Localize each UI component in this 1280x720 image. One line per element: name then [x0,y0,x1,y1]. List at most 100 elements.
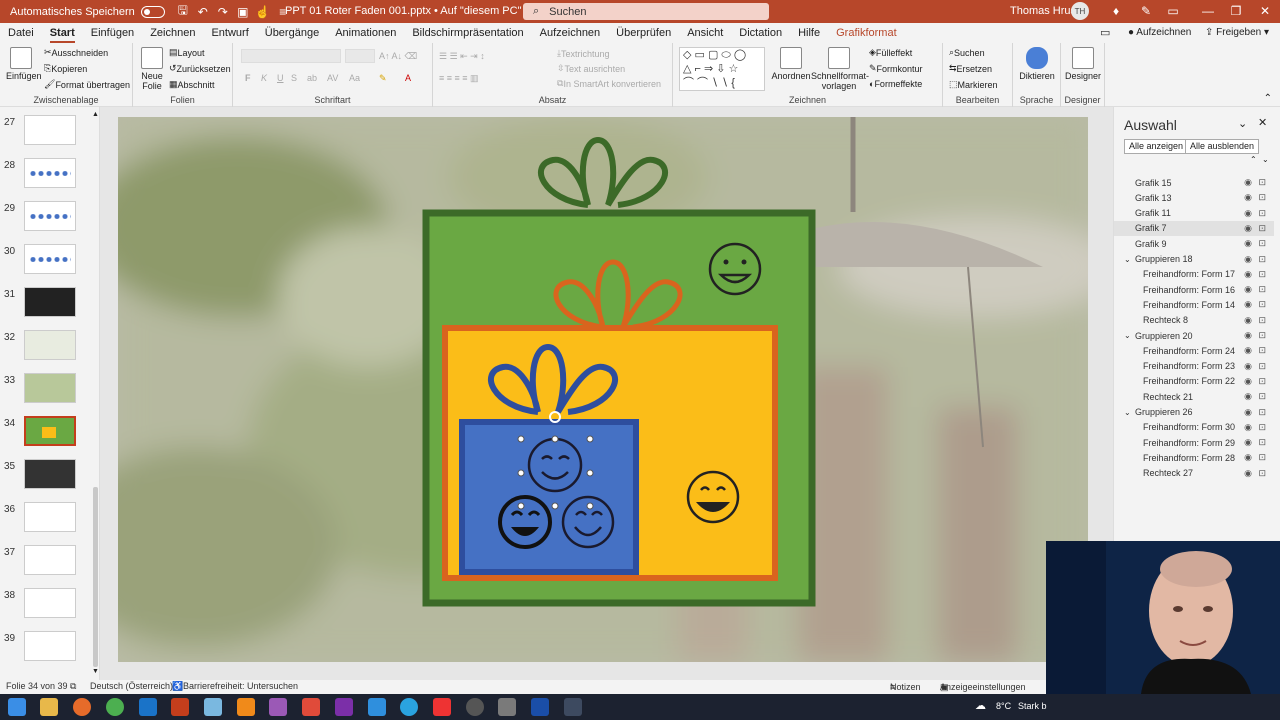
current-slide[interactable] [118,117,1088,662]
scroll-down-icon[interactable]: ▼ [92,668,99,675]
lock-icon[interactable]: ⊡ [1258,452,1266,463]
lock-icon[interactable]: ⊡ [1258,330,1266,341]
selection-item-row[interactable]: Freihandform: Form 23 ◉ ⊡ [1114,359,1274,374]
slide-thumbnail[interactable] [24,244,76,274]
italic-button[interactable]: K [261,73,267,83]
tab-bildschirmpräsentation[interactable]: Bildschirmpräsentation [404,23,531,43]
telegram-icon[interactable] [400,698,418,716]
visibility-eye-icon[interactable]: ◉ [1244,452,1252,463]
lock-icon[interactable]: ⊡ [1258,345,1266,356]
slide-thumbnail[interactable] [24,588,76,618]
onenote-icon[interactable] [335,698,353,716]
tab-ansicht[interactable]: Ansicht [679,23,731,43]
app6-icon[interactable] [466,698,484,716]
align-icons[interactable]: ≡ ≡ ≡ ≡ ▥ [439,73,479,84]
quick-styles-button[interactable]: Schnellformat-vorlagen [811,47,869,91]
bold-button[interactable]: F [245,73,251,83]
selection-item-row[interactable]: Grafik 7 ◉ ⊡ [1114,220,1274,236]
present-icon[interactable]: ▣ [233,5,253,19]
visibility-eye-icon[interactable]: ◉ [1244,407,1252,418]
visibility-eye-icon[interactable]: ◉ [1244,468,1252,479]
app9-icon[interactable] [564,698,582,716]
visibility-eye-icon[interactable]: ◉ [1244,315,1252,326]
touch-mode-icon[interactable]: ☝ [253,5,273,19]
selection-group-row[interactable]: ⌄ Gruppieren 26 ◉ ⊡ [1114,405,1274,420]
close-icon[interactable]: ✕ [1255,4,1275,18]
search-input[interactable]: Suchen [549,6,586,18]
lock-icon[interactable]: ⊡ [1258,208,1266,219]
selection-group-row[interactable]: ⌄ Gruppieren 18 ◉ ⊡ [1114,252,1274,267]
lock-icon[interactable]: ⊡ [1258,299,1266,310]
app8-icon[interactable] [531,698,549,716]
selection-item-row[interactable]: Freihandform: Form 28 ◉ ⊡ [1114,450,1274,465]
selection-item-row[interactable]: Freihandform: Form 14 ◉ ⊡ [1114,297,1274,312]
visibility-eye-icon[interactable]: ◉ [1244,422,1252,433]
selection-item-row[interactable]: Grafik 15 ◉ ⊡ [1114,175,1274,190]
strike-button[interactable]: ab [307,73,317,83]
selection-item-row[interactable]: Rechteck 21 ◉ ⊡ [1114,389,1274,404]
app2-icon[interactable] [269,698,287,716]
firefox-icon[interactable] [73,698,91,716]
font-size-field[interactable] [345,49,375,63]
selection-item-row[interactable]: Freihandform: Form 22 ◉ ⊡ [1114,374,1274,389]
designer-button[interactable]: Designer [1063,47,1103,81]
visibility-eye-icon[interactable]: ◉ [1244,254,1252,265]
app7-icon[interactable] [498,698,516,716]
selection-item-row[interactable]: Grafik 11 ◉ ⊡ [1114,206,1274,221]
slide-thumbnail[interactable] [24,416,76,446]
visibility-eye-icon[interactable]: ◉ [1244,330,1252,341]
lock-icon[interactable]: ⊡ [1258,361,1266,372]
avatar[interactable]: TH [1071,2,1089,20]
slide-thumbnail[interactable] [24,330,76,360]
accessibility-status[interactable]: Barrierefreiheit: Untersuchen [183,681,298,691]
expand-chevron-icon[interactable]: ⌄ [1124,408,1131,417]
new-slide-button[interactable]: Neue Folie [137,47,167,91]
slide-thumbnail[interactable] [24,158,76,188]
smartart-button[interactable]: ⧉ In SmartArt konvertieren [557,78,661,89]
visibility-eye-icon[interactable]: ◉ [1244,192,1252,203]
visibility-eye-icon[interactable]: ◉ [1244,391,1252,402]
comments-icon[interactable]: ▭ [1100,26,1110,39]
lock-icon[interactable]: ⊡ [1258,315,1266,326]
selection-item-row[interactable]: Grafik 13 ◉ ⊡ [1114,190,1274,205]
section-button[interactable]: ▦ Abschnitt [169,79,215,90]
lock-icon[interactable]: ⊡ [1258,284,1266,295]
lock-icon[interactable]: ⊡ [1258,192,1266,203]
visibility-eye-icon[interactable]: ◉ [1244,345,1252,356]
tab-zeichnen[interactable]: Zeichnen [142,23,203,43]
slide-thumbnail[interactable] [24,631,76,661]
visibility-eye-icon[interactable]: ◉ [1244,437,1252,448]
selection-item-row[interactable]: Freihandform: Form 17 ◉ ⊡ [1114,267,1274,282]
premium-icon[interactable]: ♦ [1106,4,1126,18]
shape-fill-button[interactable]: ◈ Fülleffekt [869,47,912,58]
spellcheck-icon[interactable]: ⧉ [70,681,76,692]
text-direction-button[interactable]: ⤓ Textrichtung [557,48,610,59]
lock-icon[interactable]: ⊡ [1258,223,1266,234]
accessibility-icon[interactable]: ♿ [172,681,183,692]
weather-icon[interactable]: ☁ [975,699,986,712]
start-icon[interactable] [8,698,26,716]
tab-grafikformat[interactable]: Grafikformat [828,23,905,43]
lock-icon[interactable]: ⊡ [1258,391,1266,402]
autosave-toggle[interactable] [140,5,165,18]
tab-start[interactable]: Start [42,23,83,43]
app-icon[interactable] [204,698,222,716]
font-color-icon[interactable]: A [405,73,411,83]
slide-thumbnail[interactable] [24,287,76,317]
restore-icon[interactable]: ❐ [1226,4,1246,18]
vlc-icon[interactable] [237,698,255,716]
align-text-button[interactable]: ⇳ Text ausrichten [557,63,625,74]
select-button[interactable]: ⬚ Markieren [949,79,998,90]
lock-icon[interactable]: ⊡ [1258,177,1266,188]
lock-icon[interactable]: ⊡ [1258,468,1266,479]
bullets-icon[interactable]: ☰ ☰ ⇤ ⇥ ↕ [439,51,485,62]
tab-einfügen[interactable]: Einfügen [83,23,142,43]
selection-item-row[interactable]: Freihandform: Form 30 ◉ ⊡ [1114,420,1274,435]
selection-group-row[interactable]: ⌄ Gruppieren 20 ◉ ⊡ [1114,328,1274,343]
app5-icon[interactable] [433,698,451,716]
tab-überprüfen[interactable]: Überprüfen [608,23,679,43]
visibility-eye-icon[interactable]: ◉ [1244,284,1252,295]
shape-effects-button[interactable]: ◐ Formeffekte [869,79,922,89]
replace-button[interactable]: ⇆ Ersetzen [949,63,992,74]
pane-options-icon[interactable]: ⌄ [1238,117,1247,130]
